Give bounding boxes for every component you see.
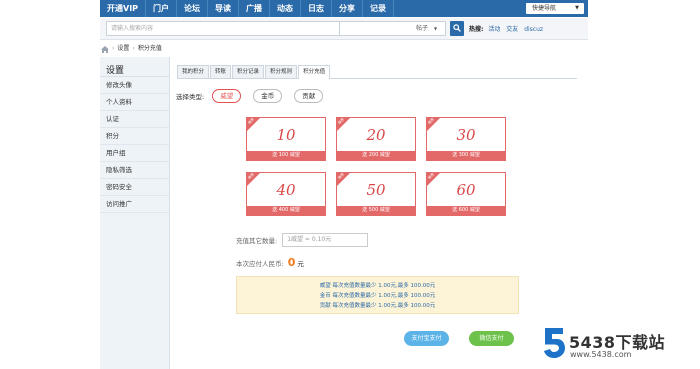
package-amount: 20 [366, 126, 386, 144]
package-card[interactable]: 推荐 30 送 300 威望 [426, 117, 506, 161]
breadcrumb: › 设置 › 积分充值 [100, 42, 162, 56]
search-type-select[interactable]: 帖子 ▼ [340, 21, 446, 36]
quick-nav-dropdown[interactable]: 快捷导航 ▼ [526, 3, 584, 14]
nav-item-vip[interactable]: 开通VIP [100, 0, 147, 17]
type-label: 选择类型: [176, 93, 205, 101]
payable-row: 本次应付人民币: 0 元 [236, 256, 304, 269]
type-option-prestige[interactable]: 威望 [212, 89, 242, 103]
nav-item-portal[interactable]: 门户 [146, 0, 178, 17]
package-bonus: 送 600 威望 [427, 206, 505, 215]
payable-amount: 0 [287, 256, 296, 269]
credit-tabs: 我的积分 转账 积分记录 积分规则 积分充值 [177, 65, 577, 79]
breadcrumb-separator: › [112, 45, 115, 52]
site-watermark: 5438下载站 www.5438.com [542, 326, 700, 369]
package-amount: 50 [366, 181, 386, 199]
search-input[interactable]: 请输入搜索内容 [106, 21, 340, 36]
search-icon [453, 24, 461, 32]
notice-line: 威望 每次充值数量最少 1.00元,最多 100.00元 [319, 283, 436, 289]
package-bonus: 送 200 威望 [337, 151, 415, 160]
package-bonus: 送 100 威望 [247, 151, 325, 160]
breadcrumb-item: 积分充值 [137, 45, 162, 52]
tab-transfer[interactable]: 转账 [210, 65, 232, 78]
nav-item-guide[interactable]: 导读 [208, 0, 240, 17]
alipay-button[interactable]: 支付宝支付 [404, 331, 449, 346]
hot-search: 热搜: 活动 交友 discuz [469, 24, 547, 33]
breadcrumb-item[interactable]: 设置 [117, 43, 129, 55]
package-amount: 60 [456, 181, 476, 199]
notice-line: 金币 每次充值数量最少 1.00元,最多 100.00元 [319, 293, 436, 299]
tab-recharge[interactable]: 积分充值 [298, 65, 331, 79]
nav-item-broadcast[interactable]: 广播 [239, 0, 271, 17]
watermark-url: www.5438.com [570, 350, 632, 359]
sidebar-title: 设置 [100, 57, 169, 77]
hot-link[interactable]: 活动 [488, 26, 500, 33]
site-logo-icon [544, 328, 565, 358]
hot-link[interactable]: 交友 [506, 26, 518, 33]
payable-label: 本次应付人民币: [236, 259, 284, 268]
package-card[interactable]: 推荐 10 送 100 威望 [246, 117, 326, 161]
search-bar: 请输入搜索内容 帖子 ▼ 热搜: 活动 交友 discuz [100, 18, 588, 40]
package-card[interactable]: 推荐 50 送 500 威望 [336, 172, 416, 216]
settings-sidebar: 设置 修改头像 个人资料 认证 积分 用户组 隐私筛选 密码安全 访问推广 [100, 57, 170, 369]
nav-item-blog[interactable]: 日志 [301, 0, 333, 17]
sidebar-item-password[interactable]: 密码安全 [100, 179, 169, 196]
package-amount: 40 [276, 181, 296, 199]
nav-item-feed[interactable]: 动态 [270, 0, 302, 17]
wechat-pay-button[interactable]: 微信支付 [469, 331, 514, 346]
sidebar-item-privacy[interactable]: 隐私筛选 [100, 162, 169, 179]
other-amount-input[interactable]: 1威望 = 0.10元 [282, 233, 369, 247]
package-amount: 30 [456, 126, 476, 144]
tab-credit-rules[interactable]: 积分规则 [265, 65, 298, 78]
package-card[interactable]: 推荐 20 送 200 威望 [336, 117, 416, 161]
nav-item-forum[interactable]: 论坛 [177, 0, 209, 17]
sidebar-item-avatar[interactable]: 修改头像 [100, 77, 169, 94]
nav-item-record[interactable]: 记录 [363, 0, 395, 17]
sidebar-item-verify[interactable]: 认证 [100, 111, 169, 128]
tab-my-credits[interactable]: 我的积分 [177, 65, 210, 78]
search-type-label: 帖子 [416, 25, 429, 32]
search-button[interactable] [450, 21, 464, 36]
tab-credit-log[interactable]: 积分记录 [232, 65, 265, 78]
sidebar-item-profile[interactable]: 个人资料 [100, 94, 169, 111]
sidebar-item-promotion[interactable]: 访问推广 [100, 196, 169, 213]
payable-unit: 元 [297, 259, 304, 268]
sidebar-item-credits[interactable]: 积分 [100, 128, 169, 145]
package-amount: 10 [276, 126, 296, 144]
type-option-contribution[interactable]: 贡献 [294, 89, 324, 103]
package-bonus: 送 500 威望 [337, 206, 415, 215]
main-content: 我的积分 转账 积分记录 积分规则 积分充值 选择类型: 威望 金币 贡献 推荐… [171, 57, 588, 369]
sidebar-item-usergroup[interactable]: 用户组 [100, 145, 169, 162]
type-select-row: 选择类型: 威望 金币 贡献 [176, 89, 335, 103]
hot-link[interactable]: discuz [524, 26, 543, 33]
notice-line: 贡献 每次充值数量最少 1.00元,最多 100.00元 [319, 303, 436, 309]
quick-nav-label: 快捷导航 [532, 5, 557, 12]
breadcrumb-separator: › [132, 45, 135, 52]
package-bonus: 送 400 威望 [247, 206, 325, 215]
package-card[interactable]: 推荐 60 送 600 威望 [426, 172, 506, 216]
caret-down-icon: ▼ [433, 26, 438, 31]
nav-item-share[interactable]: 分享 [332, 0, 364, 17]
caret-down-icon: ▼ [575, 5, 579, 11]
hot-search-label: 热搜: [469, 26, 484, 33]
other-amount-label: 充值其它数量: [236, 237, 278, 245]
package-card[interactable]: 推荐 40 送 400 威望 [246, 172, 326, 216]
top-nav: 开通VIP 门户 论坛 导读 广播 动态 日志 分享 记录 快捷导航 ▼ [100, 0, 588, 17]
type-option-gold[interactable]: 金币 [253, 89, 283, 103]
home-icon[interactable] [101, 45, 109, 53]
other-amount-row: 充值其它数量: 1威望 = 0.10元 [236, 233, 369, 247]
recharge-limits-notice: 威望 每次充值数量最少 1.00元,最多 100.00元 金币 每次充值数量最少… [236, 276, 519, 314]
package-bonus: 送 300 威望 [427, 151, 505, 160]
